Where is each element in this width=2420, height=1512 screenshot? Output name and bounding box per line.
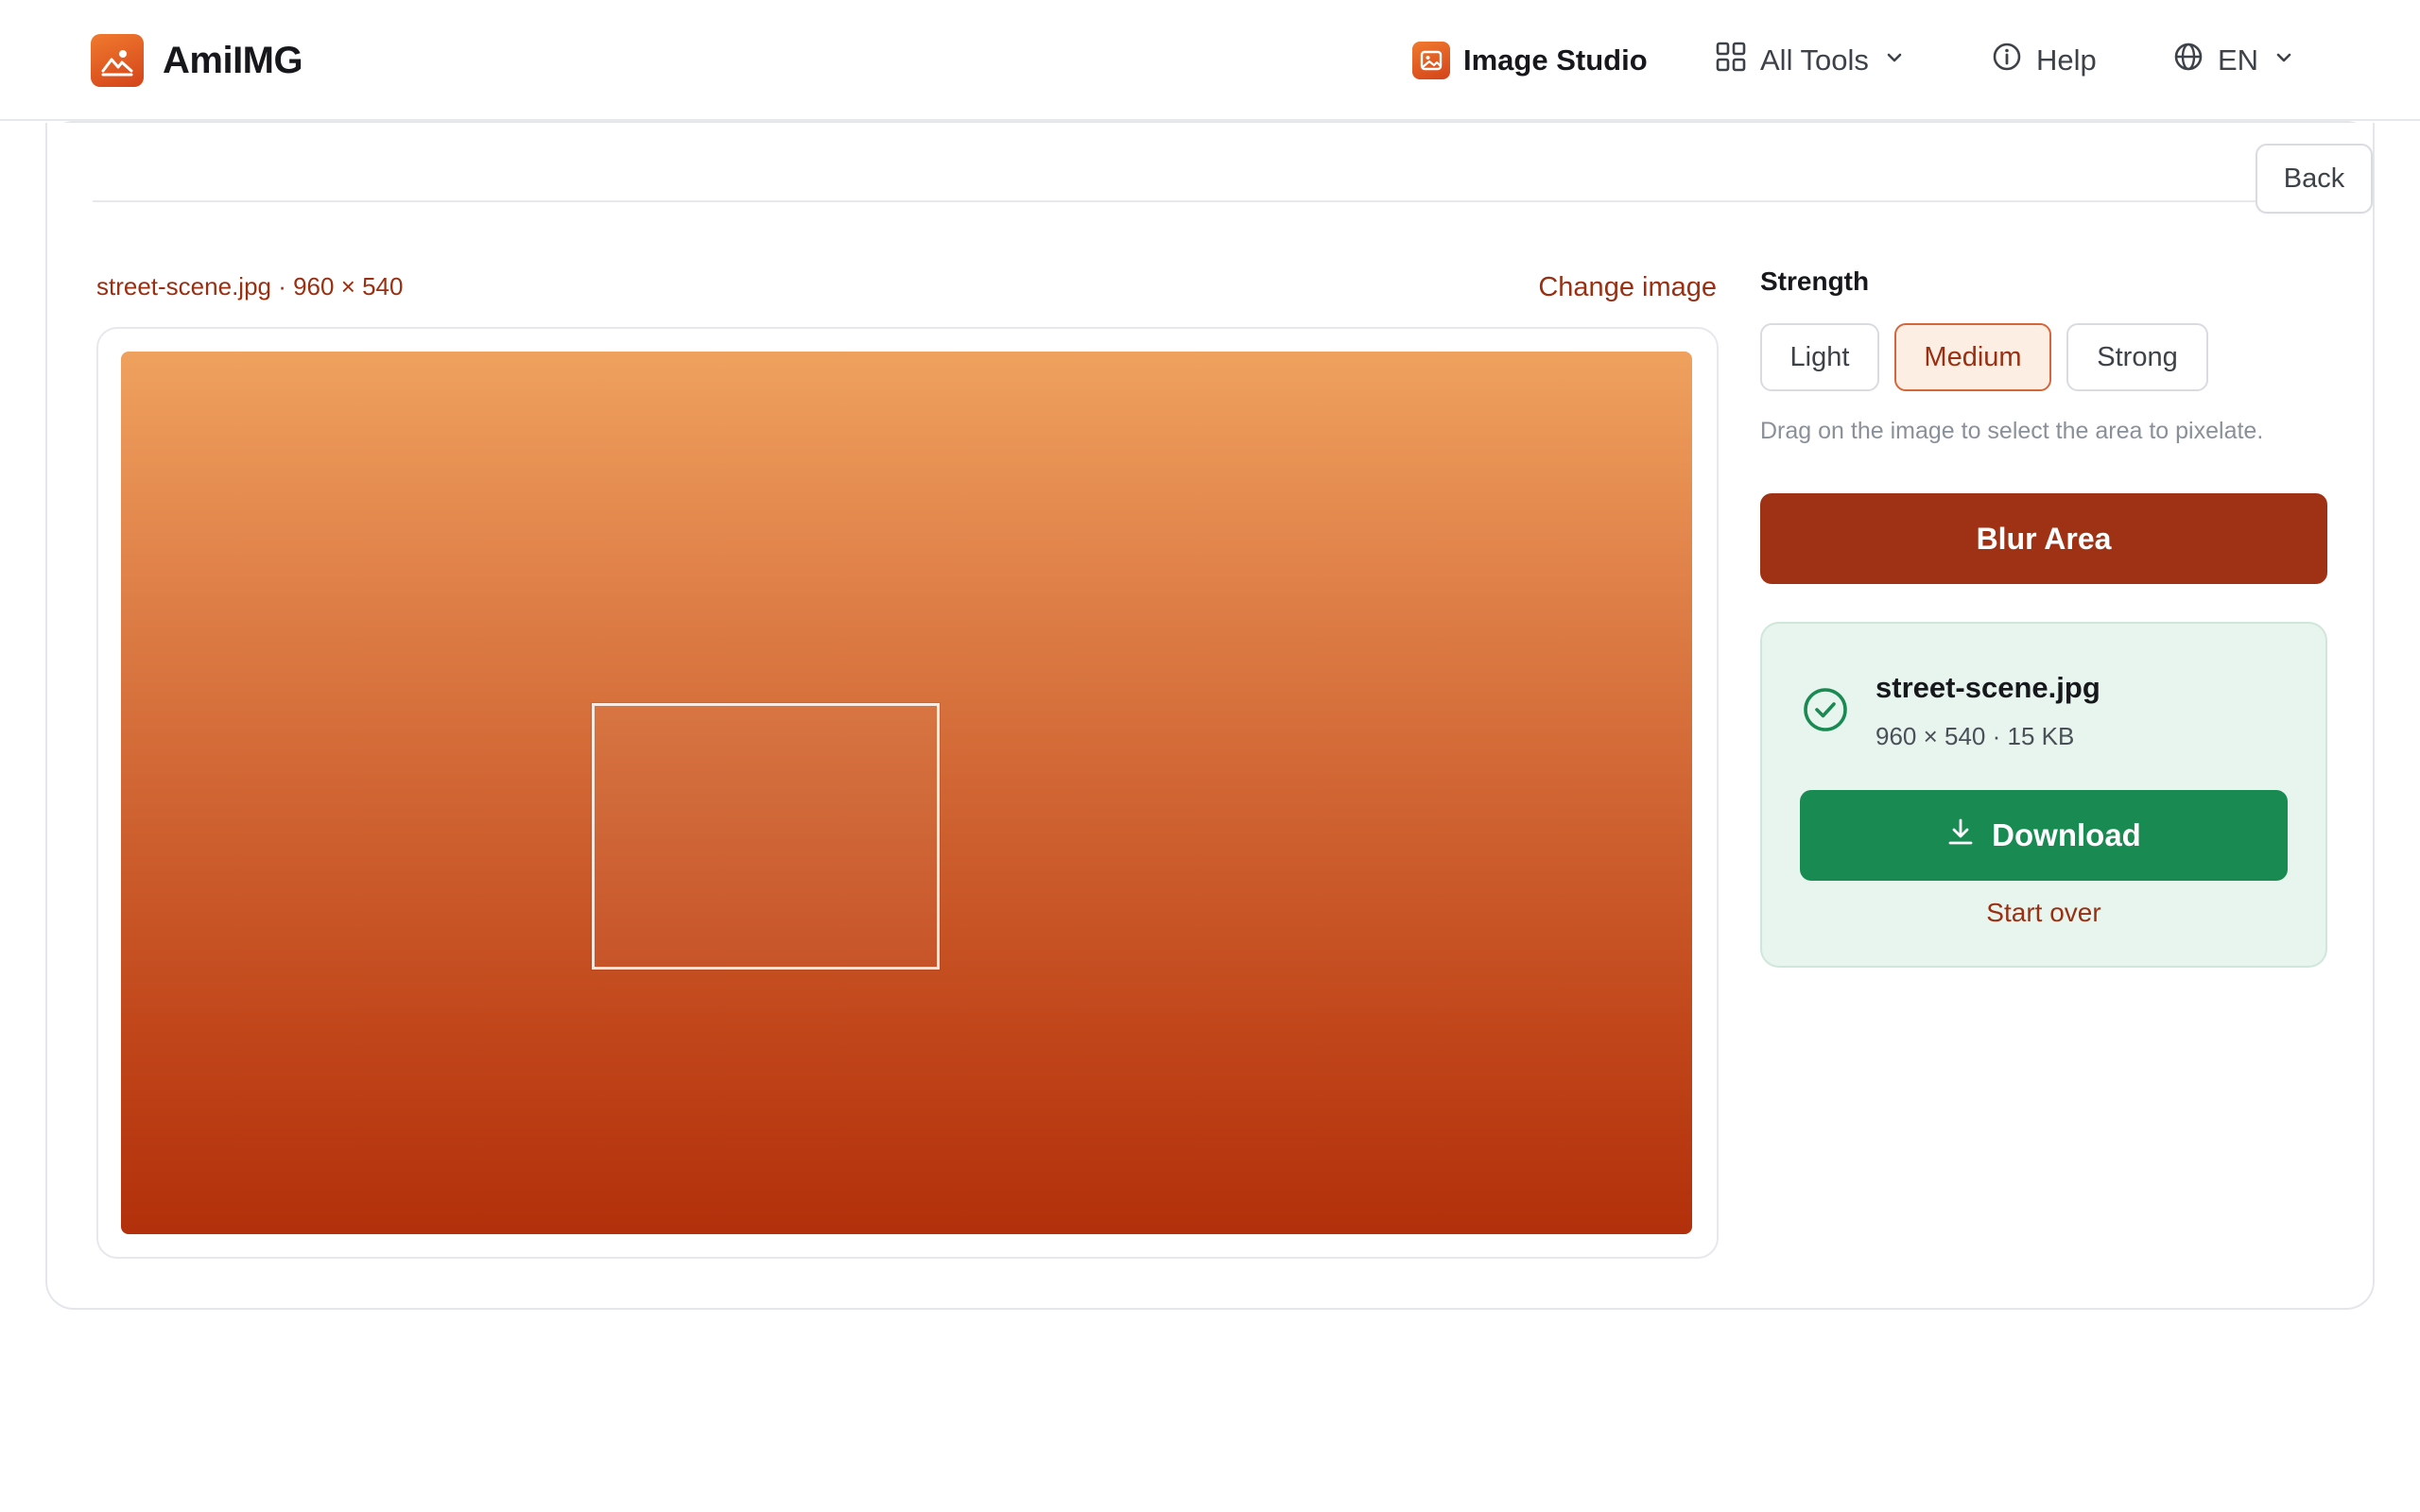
language-selector[interactable]: EN xyxy=(2172,34,2296,87)
nav-all-tools-dropdown[interactable]: All Tools xyxy=(1715,34,1907,87)
change-image-link[interactable]: Change image xyxy=(1538,272,1717,303)
divider xyxy=(93,200,2257,202)
chevron-down-icon xyxy=(1882,43,1907,77)
nav-help[interactable]: Help xyxy=(1991,34,2097,87)
nav-help-label: Help xyxy=(2036,43,2097,77)
download-button[interactable]: Download xyxy=(1800,790,2288,881)
globe-icon xyxy=(2172,41,2204,80)
logo[interactable]: AmiIMG xyxy=(91,34,303,87)
strength-option-light[interactable]: Light xyxy=(1760,323,1879,391)
start-over-link[interactable]: Start over xyxy=(1760,898,2327,928)
language-label: EN xyxy=(2218,43,2259,77)
nav-all-tools-label: All Tools xyxy=(1760,43,1869,77)
strength-heading: Strength xyxy=(1760,266,1870,296)
info-icon xyxy=(1991,41,2023,80)
back-button[interactable]: Back xyxy=(2256,144,2373,214)
strength-option-medium[interactable]: Medium xyxy=(1894,323,2051,391)
strength-option-strong[interactable]: Strong xyxy=(2066,323,2208,391)
grid-icon xyxy=(1715,41,1747,80)
logo-icon xyxy=(91,34,144,87)
download-label: Download xyxy=(1992,817,2141,852)
image-studio-icon xyxy=(1412,42,1450,79)
chevron-down-icon xyxy=(2272,43,2296,77)
app-name: AmiIMG xyxy=(163,39,303,81)
top-nav-bar: AmiIMG Image Studio All Tools Help EN xyxy=(0,0,2420,121)
file-info-label: street-scene.jpg · 960 × 540 xyxy=(96,272,404,301)
result-meta: 960 × 540 · 15 KB xyxy=(1876,722,2075,750)
check-circle-icon xyxy=(1802,686,1849,733)
result-filename: street-scene.jpg xyxy=(1876,671,2100,704)
selection-rectangle[interactable] xyxy=(592,703,940,970)
nav-image-studio-label: Image Studio xyxy=(1463,43,1648,77)
blur-area-button[interactable]: Blur Area xyxy=(1760,493,2327,584)
pixelate-hint: Drag on the image to select the area to … xyxy=(1760,418,2264,444)
nav-image-studio[interactable]: Image Studio xyxy=(1412,34,1648,87)
download-icon xyxy=(1946,817,1975,853)
